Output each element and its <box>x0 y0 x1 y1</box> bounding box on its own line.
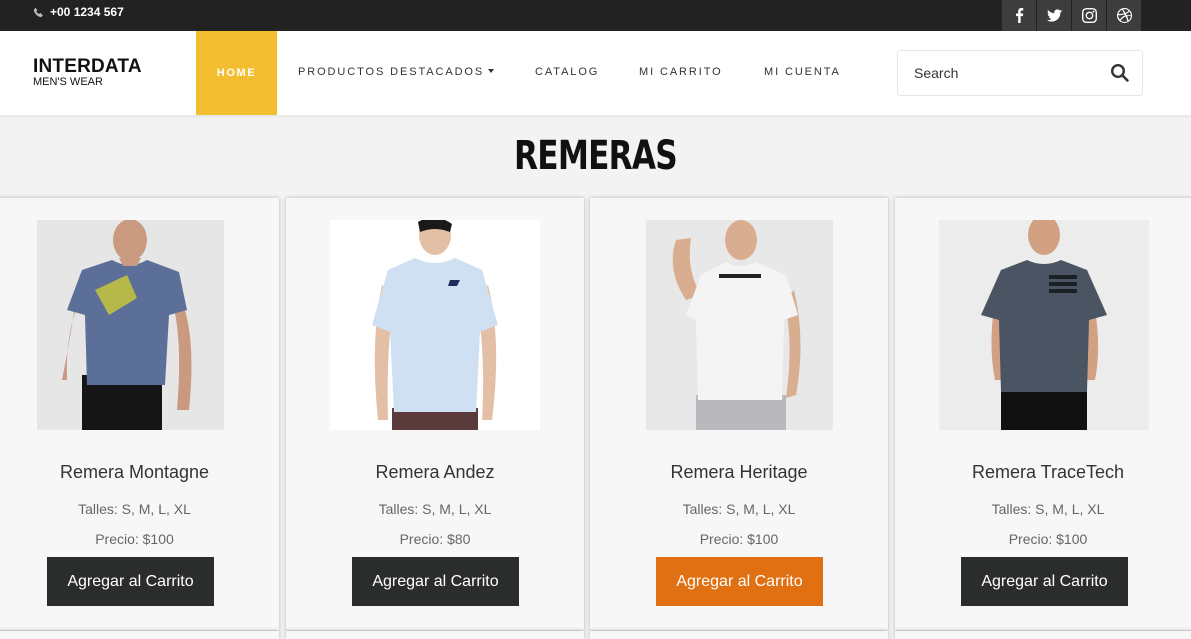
facebook-link[interactable] <box>1002 0 1037 31</box>
brand-title: INTERDATA <box>33 56 142 77</box>
add-to-cart-button[interactable]: Agregar al Carrito <box>656 557 823 606</box>
nav-mi-cuenta[interactable]: MI CUENTA <box>764 66 841 78</box>
twitter-link[interactable] <box>1037 0 1072 31</box>
product-image-heritage[interactable] <box>646 220 833 430</box>
search-button[interactable] <box>1110 63 1130 83</box>
product-card-next-row <box>0 631 279 639</box>
main-navbar: INTERDATA MEN'S WEAR HOME PRODUCTOS DEST… <box>0 31 1191 115</box>
phone-contact: +00 1234 567 <box>33 5 124 19</box>
search-box <box>897 50 1143 96</box>
dribbble-link[interactable] <box>1107 0 1142 31</box>
social-links <box>1002 0 1142 31</box>
product-price: Precio: $80 <box>399 531 471 547</box>
product-sizes: Talles: S, M, L, XL <box>378 501 492 517</box>
product-image-montagne[interactable] <box>37 220 224 430</box>
dribbble-icon <box>1116 8 1132 23</box>
product-card: Remera Heritage Talles: S, M, L, XL Prec… <box>590 198 888 630</box>
product-sizes: Talles: S, M, L, XL <box>991 501 1105 517</box>
product-name[interactable]: Remera TraceTech <box>895 462 1191 483</box>
brand-logo[interactable]: INTERDATA MEN'S WEAR <box>33 57 142 88</box>
product-card: Remera TraceTech Talles: S, M, L, XL Pre… <box>895 198 1191 630</box>
product-name[interactable]: Remera Heritage <box>590 462 888 483</box>
brand-subtitle: MEN'S WEAR <box>33 76 103 88</box>
product-image-tracetech[interactable] <box>939 220 1149 430</box>
product-name[interactable]: Remera Andez <box>286 462 584 483</box>
add-to-cart-button[interactable]: Agregar al Carrito <box>961 557 1128 606</box>
phone-icon <box>33 7 43 17</box>
add-to-cart-button[interactable]: Agregar al Carrito <box>352 557 519 606</box>
product-name[interactable]: Remera Montagne <box>0 462 279 483</box>
product-image-andez[interactable] <box>330 220 540 430</box>
product-card-next-row <box>590 631 888 639</box>
product-card-next-row <box>895 631 1191 639</box>
section-title: REMERAS <box>514 133 678 179</box>
top-bar: +00 1234 567 <box>0 0 1191 31</box>
facebook-icon <box>1015 8 1023 23</box>
instagram-icon <box>1081 8 1097 23</box>
nav-catalog[interactable]: CATALOG <box>535 66 599 78</box>
product-sizes: Talles: S, M, L, XL <box>682 501 796 517</box>
add-to-cart-button[interactable]: Agregar al Carrito <box>47 557 214 606</box>
nav-home[interactable]: HOME <box>196 31 277 115</box>
product-card-next-row <box>286 631 584 639</box>
search-input[interactable] <box>898 51 1098 95</box>
caret-down-icon <box>488 69 495 73</box>
product-card: Remera Montagne Talles: S, M, L, XL Prec… <box>0 198 279 630</box>
product-price: Precio: $100 <box>95 531 174 547</box>
nav-productos-destacados[interactable]: PRODUCTOS DESTACADOS <box>298 66 495 78</box>
nav-mi-carrito[interactable]: MI CARRITO <box>639 66 723 78</box>
product-price: Precio: $100 <box>699 531 779 547</box>
product-card: Remera Andez Talles: S, M, L, XL Precio:… <box>286 198 584 630</box>
product-sizes: Talles: S, M, L, XL <box>78 501 191 517</box>
product-price: Precio: $100 <box>1008 531 1088 547</box>
search-icon <box>1110 63 1129 82</box>
instagram-link[interactable] <box>1072 0 1107 31</box>
nav-productos-destacados-label: PRODUCTOS DESTACADOS <box>298 66 485 78</box>
twitter-icon <box>1046 9 1062 22</box>
phone-number: +00 1234 567 <box>50 5 124 19</box>
